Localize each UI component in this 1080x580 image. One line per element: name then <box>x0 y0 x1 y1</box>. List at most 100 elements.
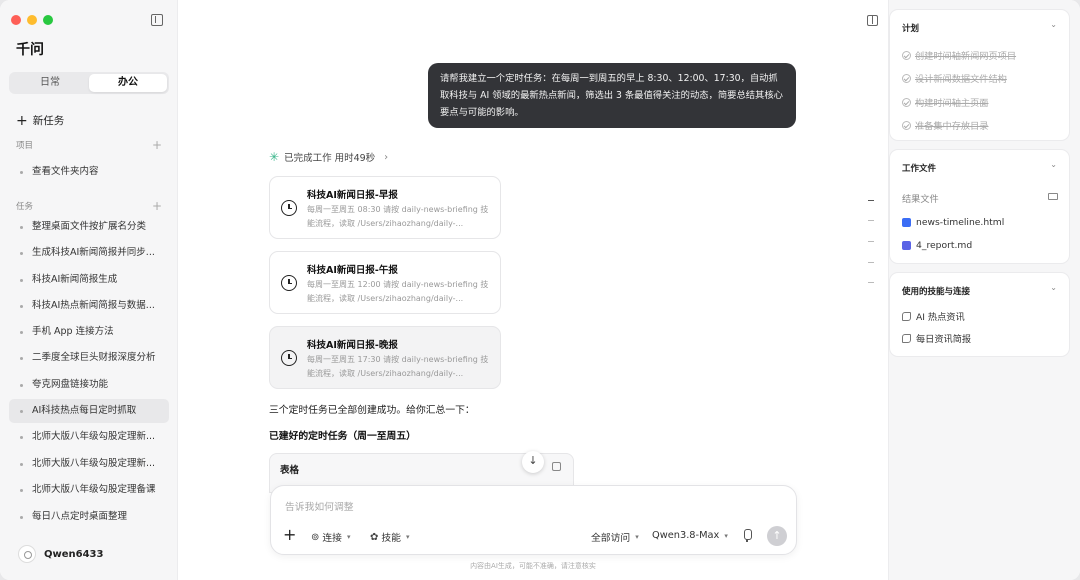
copy-icon[interactable] <box>552 462 561 471</box>
bullet-icon <box>20 226 23 229</box>
work-files-title: 工作文件 <box>902 164 937 174</box>
sidebar-item-label: 查看文件夹内容 <box>32 166 99 177</box>
close-window-button[interactable] <box>11 15 21 25</box>
app-title: 千问 <box>16 42 44 58</box>
skills-button[interactable]: ✿ 技能 ▾ <box>370 530 410 545</box>
sidebar-item-label: 北师大版八年级勾股定理新... <box>32 458 156 469</box>
user-profile[interactable]: Qwen6433 <box>18 545 103 563</box>
sidebar-task-item[interactable]: 夸克网盘链接功能 <box>9 373 169 397</box>
sidebar-task-item[interactable]: 科技AI新闻简报生成 <box>9 268 169 292</box>
model-label: Qwen3.8-Max <box>652 530 720 541</box>
check-circle-icon <box>902 50 911 60</box>
plan-item: 构建时间轴主页面 <box>902 95 989 109</box>
sidebar-task-item[interactable]: 每日八点定时桌面整理 <box>9 505 169 529</box>
tab-office[interactable]: 办公 <box>89 74 167 92</box>
plan-card: 计划 ⌄ 创建时间轴新闻网页项目 设计新闻数据文件结构 构建时间轴主页面 准备集… <box>889 9 1070 141</box>
scroll-down-button[interactable]: ↓ <box>522 451 544 473</box>
chevron-down-icon: ▾ <box>724 531 728 540</box>
message-input[interactable]: 告诉我如何调整 <box>285 499 354 513</box>
sidebar-task-item[interactable]: 手机 App 连接方法 <box>9 320 169 344</box>
right-panel-toggle-icon[interactable] <box>867 15 878 26</box>
folder-icon[interactable] <box>1048 193 1058 200</box>
ai-disclaimer: 内容由AI生成，可能不准确，请注意核实 <box>470 562 596 570</box>
app-window: 千问 日常 办公 + 新任务 项目 + 查看文件夹内容 任务 + 整理桌面文件按… <box>0 0 1080 580</box>
scheduled-task-card[interactable]: 科技AI新闻日报-午报 每周一至周五 12:00 请按 daily-news-b… <box>269 251 501 314</box>
sidebar-task-item[interactable]: 整理桌面文件按扩展名分类 <box>9 215 169 239</box>
plan-item: 准备集中存放目录 <box>902 118 989 132</box>
microphone-icon[interactable] <box>739 527 755 543</box>
scheduled-task-card[interactable]: 科技AI新闻日报-晚报 每周一至周五 17:30 请按 daily-news-b… <box>269 326 501 389</box>
file-item[interactable]: 4_report.md <box>902 240 972 251</box>
chevron-right-icon: › <box>384 151 389 163</box>
skill-item[interactable]: 每日资讯简报 <box>902 331 971 345</box>
check-circle-icon <box>902 120 911 130</box>
mode-switcher: 日常 办公 <box>9 72 169 94</box>
sidebar-item-label: 手机 App 连接方法 <box>32 326 114 337</box>
attach-plus-button[interactable]: + <box>283 527 296 543</box>
user-name: Qwen6433 <box>44 548 104 560</box>
add-project-icon[interactable]: + <box>152 138 162 152</box>
skill-item[interactable]: AI 热点资讯 <box>902 309 965 323</box>
plus-icon: + <box>16 112 28 129</box>
send-button[interactable]: ↑ <box>767 526 787 546</box>
message-composer: 告诉我如何调整 + ⊚ 连接 ▾ ✿ 技能 ▾ 全部访问 ▾ Qwen3.8-M… <box>270 485 797 555</box>
task-card-desc: 每周一至周五 17:30 请按 daily-news-briefing 技能流程… <box>307 355 489 378</box>
work-status-toggle[interactable]: ✳ 已完成工作 用时49秒 › <box>269 150 388 164</box>
skill-icon <box>902 311 911 321</box>
sidebar-item-label: 科技AI热点新闻简报与数据... <box>32 300 155 311</box>
bullet-icon <box>20 279 23 282</box>
sidebar-task-item[interactable]: 二季度全球巨头财报深度分析 <box>9 346 169 370</box>
chevron-down-icon[interactable]: ⌄ <box>1050 160 1057 169</box>
new-task-button[interactable]: + 新任务 <box>16 113 64 128</box>
file-name: news-timeline.html <box>916 217 1005 228</box>
skills-card: 使用的技能与连接 ⌄ AI 热点资讯 每日资讯简报 <box>889 272 1070 357</box>
scheduled-task-card[interactable]: 科技AI新闻日报-早报 每周一至周五 08:30 请按 daily-news-b… <box>269 176 501 239</box>
minimize-window-button[interactable] <box>27 15 37 25</box>
sidebar-item-label: 生成科技AI新闻简报并同步... <box>32 247 155 258</box>
zoom-window-button[interactable] <box>43 15 53 25</box>
access-select[interactable]: 全部访问 ▾ <box>591 530 639 544</box>
tab-daily[interactable]: 日常 <box>11 74 89 92</box>
chevron-down-icon: ▾ <box>346 533 351 541</box>
sidebar-task-item[interactable]: 北师大版八年级勾股定理备课 <box>9 478 169 502</box>
bullet-icon <box>20 436 23 439</box>
sidebar-task-item[interactable]: 北师大版八年级勾股定理新... <box>9 452 169 476</box>
access-label: 全部访问 <box>591 533 631 544</box>
sidebar-item-label: 二季度全球巨头财报深度分析 <box>32 352 156 363</box>
bullet-icon <box>20 305 23 308</box>
work-status-text: 已完成工作 用时49秒 <box>284 153 376 164</box>
sidebar-item-label: 北师大版八年级勾股定理备课 <box>32 484 156 495</box>
connect-button[interactable]: ⊚ 连接 ▾ <box>311 530 351 545</box>
bullet-icon <box>20 252 23 255</box>
avatar <box>18 545 36 563</box>
skills-label: 技能 <box>381 533 401 544</box>
result-files-label: 结果文件 <box>902 194 939 205</box>
file-name: 4_report.md <box>916 240 973 251</box>
chevron-down-icon[interactable]: ⌄ <box>1050 283 1057 292</box>
file-item[interactable]: news-timeline.html <box>902 217 1004 228</box>
skill-name: AI 热点资讯 <box>916 312 965 323</box>
sparkle-icon: ✳ <box>269 150 280 164</box>
sidebar-collapse-icon[interactable] <box>151 14 163 26</box>
model-select[interactable]: Qwen3.8-Max ▾ <box>652 530 728 541</box>
chat-area: 请帮我建立一个定时任务：在每周一到周五的早上 8:30、12:00、17:30，… <box>178 0 888 580</box>
chevron-down-icon[interactable]: ⌄ <box>1050 20 1057 29</box>
sidebar-task-item[interactable]: 生成科技AI新闻简报并同步... <box>9 241 169 265</box>
task-card-desc: 每周一至周五 08:30 请按 daily-news-briefing 技能流程… <box>307 205 489 228</box>
sidebar-task-item-active[interactable]: AI科技热点每日定时抓取 <box>9 399 169 423</box>
html-file-icon <box>902 218 911 227</box>
sidebar-task-item[interactable]: 北师大版八年级勾股定理新... <box>9 425 169 449</box>
skill-name: 每日资讯简报 <box>916 334 972 345</box>
check-circle-icon <box>902 73 911 83</box>
window-controls <box>11 15 53 25</box>
add-task-icon[interactable]: + <box>152 199 162 213</box>
sidebar: 千问 日常 办公 + 新任务 项目 + 查看文件夹内容 任务 + 整理桌面文件按… <box>0 0 178 580</box>
tasks-section-header: 任务 + <box>16 199 162 213</box>
bullet-icon <box>20 463 23 466</box>
plan-item-label: 构建时间轴主页面 <box>915 98 989 109</box>
assistant-summary: 三个定时任务已全部创建成功。给你汇总一下： <box>269 405 475 416</box>
sidebar-item-label: 每日八点定时桌面整理 <box>32 511 128 522</box>
sidebar-project-item[interactable]: 查看文件夹内容 <box>9 160 169 184</box>
user-message: 请帮我建立一个定时任务：在每周一到周五的早上 8:30、12:00、17:30，… <box>428 63 796 128</box>
sidebar-task-item[interactable]: 科技AI热点新闻简报与数据... <box>9 294 169 318</box>
